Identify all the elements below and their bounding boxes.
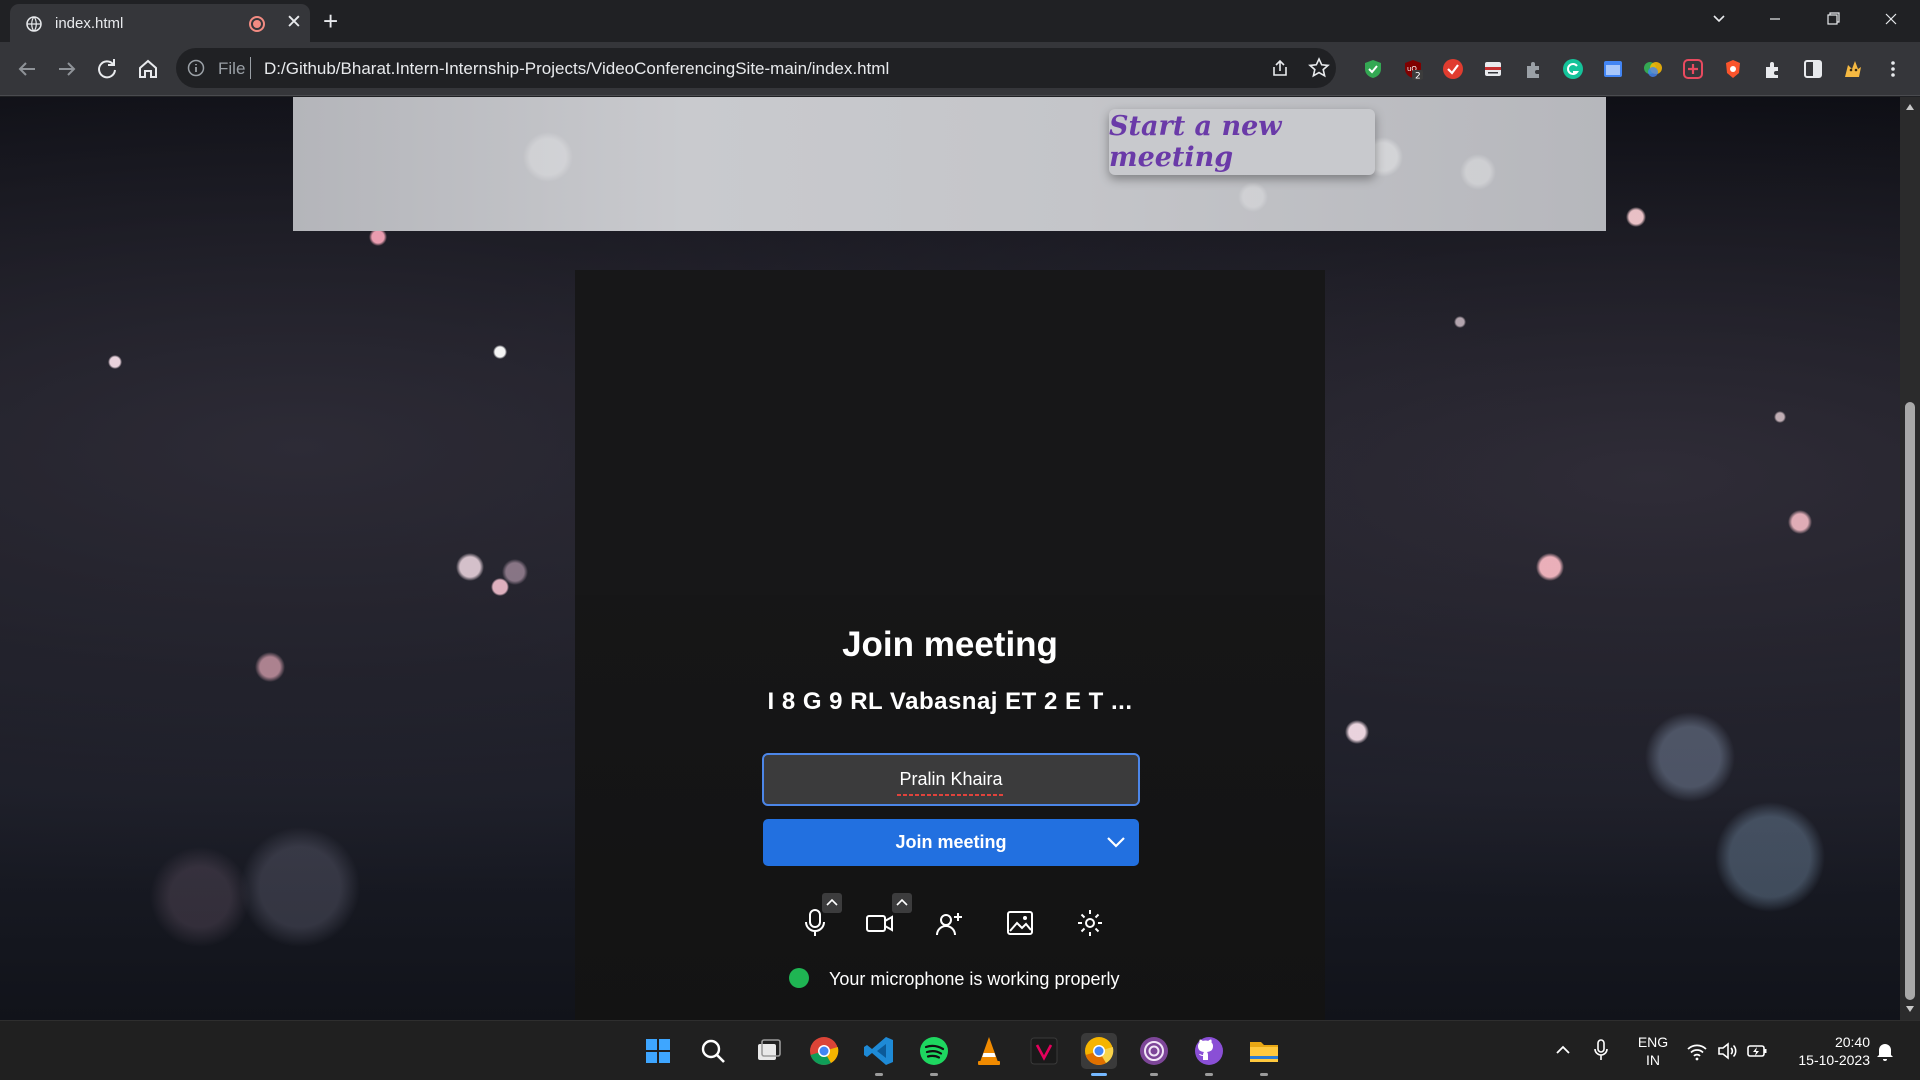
top-banner: Start a new meeting	[293, 97, 1606, 231]
page-viewport: Start a new meeting Join meeting I 8 G 9…	[0, 97, 1900, 1020]
reload-icon[interactable]	[93, 55, 121, 83]
chevron-down-icon[interactable]	[1708, 8, 1730, 30]
shield-extension-icon[interactable]	[1362, 58, 1384, 80]
running-indicator	[930, 1073, 938, 1076]
todoist-extension-icon[interactable]	[1442, 58, 1464, 80]
ublock-badge: 2	[1415, 72, 1421, 81]
chevron-down-icon[interactable]	[1105, 832, 1127, 852]
tray-microphone-icon[interactable]	[1592, 1038, 1610, 1062]
join-meeting-title: Join meeting	[842, 625, 1058, 664]
plus-extension-icon[interactable]	[1682, 58, 1704, 80]
recording-indicator-icon	[249, 16, 265, 32]
mic-options-caret-icon[interactable]	[822, 893, 842, 913]
vlc-icon[interactable]	[971, 1033, 1007, 1069]
profile-avatar-icon[interactable]	[1842, 58, 1864, 80]
home-icon[interactable]	[134, 55, 162, 83]
add-person-icon[interactable]	[935, 907, 965, 939]
spotify-icon[interactable]	[916, 1033, 952, 1076]
volume-icon[interactable]	[1716, 1040, 1738, 1062]
url-text[interactable]: D:/Github/Bharat.Intern-Internship-Proje…	[264, 59, 889, 79]
video-preview	[575, 270, 1325, 595]
window-extension-icon[interactable]	[1602, 58, 1624, 80]
app-v-icon[interactable]	[1026, 1033, 1062, 1069]
color-extension-icon[interactable]	[1642, 58, 1664, 80]
puzzle-gray-extension-icon[interactable]	[1522, 58, 1544, 80]
scroll-up-arrow-icon[interactable]	[1905, 103, 1915, 111]
windows-start-icon[interactable]	[640, 1033, 676, 1069]
tab-title: index.html	[55, 15, 124, 32]
reader-extension-icon[interactable]	[1482, 58, 1504, 80]
browser-tab[interactable]: index.html ✕	[10, 4, 310, 42]
chrome-canary-icon[interactable]	[1081, 1033, 1117, 1076]
restore-icon[interactable]	[1810, 4, 1856, 34]
join-meeting-button-label: Join meeting	[895, 832, 1007, 852]
globe-icon	[26, 16, 42, 32]
running-indicator	[1150, 1073, 1158, 1076]
forward-arrow-icon[interactable]	[53, 55, 81, 83]
new-tab-button[interactable]: +	[323, 6, 338, 37]
github-desktop-icon[interactable]	[1191, 1033, 1227, 1076]
start-new-meeting-button[interactable]: Start a new meeting	[1109, 109, 1375, 175]
close-tab-icon[interactable]: ✕	[286, 13, 302, 33]
close-window-icon[interactable]	[1868, 4, 1914, 34]
clock-date: 15-10-2023	[1798, 1052, 1870, 1068]
settings-gear-icon[interactable]	[1075, 907, 1105, 939]
url-scheme: File	[218, 59, 246, 78]
region-code: IN	[1646, 1052, 1660, 1068]
share-icon[interactable]	[1270, 58, 1290, 78]
input-language-indicator[interactable]: ENG IN	[1632, 1033, 1674, 1069]
camera-options-caret-icon[interactable]	[892, 893, 912, 913]
background-image-icon[interactable]	[1005, 907, 1035, 939]
mic-status-indicator	[789, 968, 809, 988]
task-view-icon[interactable]	[750, 1033, 786, 1069]
running-indicator	[1205, 1073, 1213, 1076]
running-indicator	[1091, 1073, 1107, 1076]
ublock-extension-icon[interactable]: uO2	[1402, 58, 1424, 80]
vscode-icon[interactable]	[861, 1033, 897, 1076]
battery-charging-icon[interactable]	[1746, 1040, 1768, 1062]
extensions-icon[interactable]	[1762, 58, 1784, 80]
join-meeting-panel: Join meeting I 8 G 9 RL Vabasnaj ET 2 E …	[575, 270, 1325, 1020]
info-icon[interactable]	[187, 59, 205, 77]
running-indicator	[1260, 1073, 1268, 1076]
brave-extension-icon[interactable]	[1722, 58, 1744, 80]
language-code: ENG	[1637, 1034, 1669, 1050]
browser-toolbar: File D:/Github/Bharat.Intern-Internship-…	[0, 42, 1920, 96]
meeting-code: I 8 G 9 RL Vabasnaj ET 2 E T ...	[767, 688, 1133, 715]
tor-icon[interactable]	[1136, 1033, 1172, 1076]
taskbar: ENG IN 20:40 15-10-2023	[0, 1020, 1920, 1080]
notification-bell-icon[interactable]	[1874, 1040, 1896, 1062]
scroll-down-arrow-icon[interactable]	[1905, 1005, 1915, 1013]
grammarly-extension-icon[interactable]	[1562, 58, 1584, 80]
mic-status-text: Your microphone is working properly	[829, 969, 1120, 989]
show-hidden-icons-chevron-icon[interactable]	[1552, 1039, 1574, 1061]
running-indicator	[875, 1073, 883, 1076]
minimize-icon[interactable]	[1752, 4, 1798, 34]
system-clock[interactable]: 20:40 15-10-2023	[1780, 1033, 1870, 1069]
chrome-icon[interactable]	[806, 1033, 842, 1069]
wifi-icon[interactable]	[1686, 1040, 1708, 1062]
file-explorer-icon[interactable]	[1246, 1033, 1282, 1076]
page-scrollbar[interactable]	[1900, 97, 1920, 1020]
url-separator	[250, 57, 251, 79]
bookmark-star-icon[interactable]	[1308, 57, 1330, 79]
tab-strip: index.html ✕ +	[0, 0, 1920, 42]
join-meeting-button[interactable]: Join meeting	[763, 819, 1139, 866]
address-bar[interactable]: File D:/Github/Bharat.Intern-Internship-…	[176, 48, 1336, 88]
sidepanel-icon[interactable]	[1802, 58, 1824, 80]
name-input[interactable]	[762, 753, 1140, 806]
camera-icon[interactable]	[865, 907, 895, 939]
scrollbar-thumb[interactable]	[1905, 402, 1915, 1000]
clock-time: 20:40	[1834, 1034, 1870, 1050]
back-arrow-icon[interactable]	[13, 55, 41, 83]
search-icon[interactable]	[695, 1033, 731, 1069]
menu-icon[interactable]	[1882, 58, 1904, 80]
spellcheck-underline	[897, 794, 1003, 796]
